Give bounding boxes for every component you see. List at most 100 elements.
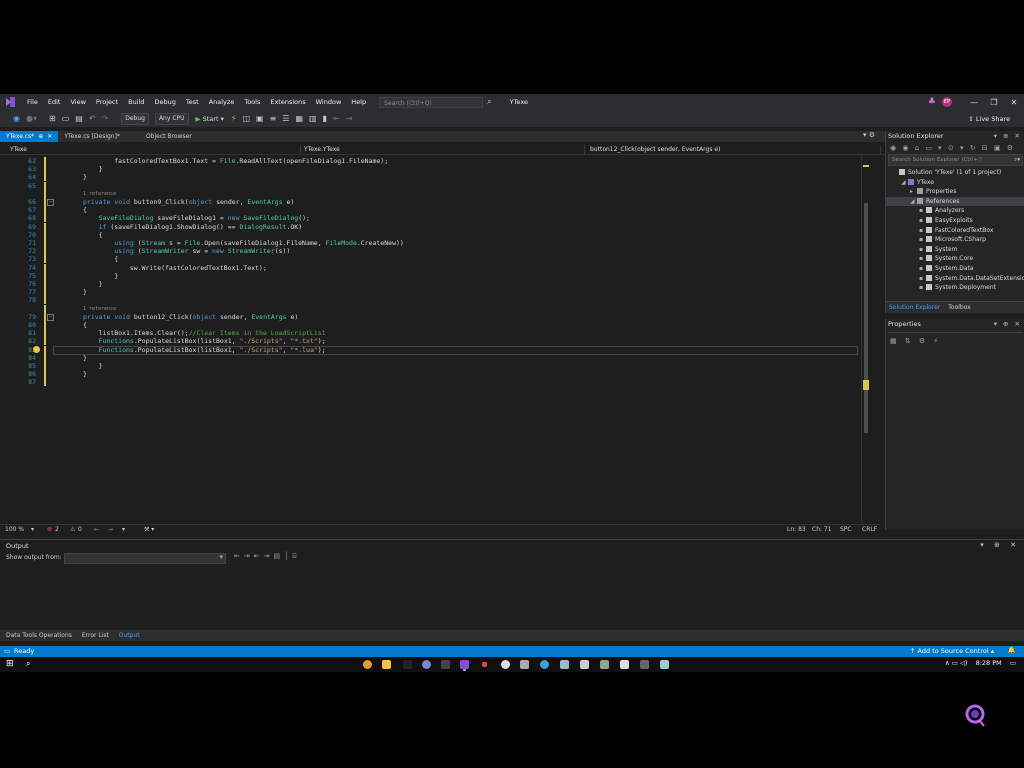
- code-line[interactable]: 80 {: [0, 321, 860, 329]
- taskbar-app-icon[interactable]: [441, 660, 450, 669]
- expand-arrow-icon[interactable]: ▸: [910, 187, 917, 197]
- project-dropdown[interactable]: YTexe: [6, 144, 301, 154]
- class-dropdown[interactable]: YTexe.YTexe: [300, 144, 585, 154]
- tree-node[interactable]: ▸ Properties: [886, 187, 1024, 197]
- code-line[interactable]: 84}: [0, 353, 860, 362]
- tab-ytexe-cs[interactable]: YTexe.cs* ⊕ ✕: [0, 131, 59, 142]
- taskbar-explorer-icon[interactable]: [382, 660, 391, 669]
- code-line[interactable]: 66 private void button9_Click(object send…: [0, 198, 860, 206]
- notifications-icon[interactable]: ▭: [1010, 659, 1016, 667]
- code-line[interactable]: 77}: [0, 288, 860, 297]
- brush-icon[interactable]: ⚒ ▾: [144, 526, 154, 533]
- code-line[interactable]: 85}: [0, 362, 860, 370]
- bookmark-next-icon[interactable]: ⇥: [343, 114, 356, 123]
- panel-controls[interactable]: ▾ ⊕ ✕: [994, 131, 1022, 142]
- prev-issue-icon[interactable]: ←: [94, 526, 99, 533]
- tree-node[interactable]: ▪ System: [886, 245, 1024, 255]
- code-line[interactable]: 75}: [0, 271, 860, 280]
- tree-node[interactable]: ▪ System.Data: [886, 264, 1024, 274]
- add-to-source-control-button[interactable]: ↑ Add to Source Control ▴: [910, 647, 994, 655]
- error-count[interactable]: 2: [55, 526, 59, 533]
- taskbar-chrome-icon[interactable]: [363, 660, 372, 669]
- tab-data-tools-operations[interactable]: Data Tools Operations: [2, 630, 76, 641]
- tab-toolbox[interactable]: Toolbox: [945, 302, 974, 313]
- error-icon[interactable]: ⊗: [47, 526, 52, 533]
- notification-bell-icon[interactable]: 🔔: [1008, 646, 1016, 654]
- align-right-icon[interactable]: ☰: [279, 114, 292, 123]
- maximize-icon[interactable]: ❐: [984, 98, 1004, 107]
- taskbar-app-icon[interactable]: [501, 660, 510, 669]
- menu-edit[interactable]: Edit: [43, 98, 66, 106]
- code-line[interactable]: 67 {: [0, 206, 860, 215]
- close-icon[interactable]: ✕: [47, 133, 52, 140]
- open-icon[interactable]: ▭: [59, 114, 73, 123]
- output-toolbar-icons[interactable]: ⇤⇥⇤⇥▤│⌸: [234, 552, 301, 561]
- code-line[interactable]: 83Functions.PopulateListBox(listBox1, ".…: [0, 345, 860, 355]
- tree-node[interactable]: Solution 'YTexe' (1 of 1 project): [886, 168, 1024, 178]
- code-line[interactable]: 71 using (Stream s = File.Open(saveFileDi…: [0, 239, 860, 247]
- volume-icon[interactable]: ◁): [960, 659, 968, 667]
- taskbar-search-icon[interactable]: ⌕: [26, 659, 30, 669]
- tab-overflow-icon[interactable]: ▾ ⚙: [863, 131, 875, 139]
- tab-solution-explorer[interactable]: Solution Explorer: [886, 302, 943, 313]
- warning-icon[interactable]: ⚠: [70, 526, 75, 533]
- menu-test[interactable]: Test: [181, 98, 204, 106]
- cleanup-icon[interactable]: ▾: [122, 526, 125, 533]
- tree-node[interactable]: ▪ EasyExploits: [886, 216, 1024, 226]
- menu-tools[interactable]: Tools: [239, 98, 265, 106]
- code-line[interactable]: 62 fastColoredTextBox1.Text = File.ReadAl…: [0, 157, 860, 165]
- collapse-region-icon[interactable]: −: [47, 199, 54, 206]
- bullet-icon[interactable]: ▪: [919, 216, 926, 226]
- uncomment-icon[interactable]: ▥: [306, 114, 320, 123]
- code-line[interactable]: 69 if (saveFileDialog1.ShowDialog() == Di…: [0, 222, 860, 231]
- code-line[interactable]: 82 Functions.PopulateListBox(listBox1, ".…: [0, 337, 860, 346]
- taskbar-app-icon[interactable]: [520, 660, 529, 669]
- solution-search-input[interactable]: Search Solution Explorer (Ctrl+;) ⌕▾: [888, 154, 1023, 166]
- collapse-region-icon[interactable]: −: [47, 313, 54, 321]
- tree-node[interactable]: ◢ YTexe: [886, 178, 1024, 188]
- save-all-icon[interactable]: ▤: [72, 114, 86, 123]
- panel-controls[interactable]: ▾ ⊕ ✕: [994, 319, 1022, 330]
- code-line[interactable]: 1 reference: [0, 189, 860, 198]
- configuration-dropdown[interactable]: Debug: [121, 112, 149, 125]
- tab-ytexe-design[interactable]: YTexe.cs [Design]*: [58, 131, 126, 142]
- expand-arrow-icon[interactable]: ◢: [901, 178, 908, 188]
- taskbar-app-icon[interactable]: [560, 660, 569, 669]
- navigate-back-icon[interactable]: ◉: [10, 114, 23, 123]
- menu-extensions[interactable]: Extensions: [265, 98, 310, 106]
- taskbar-app-icon[interactable]: [660, 660, 669, 669]
- taskbar-visual-studio-icon[interactable]: [460, 660, 469, 669]
- code-line[interactable]: 74 sw.Write(fastColoredTextBox1.Text);: [0, 263, 860, 272]
- menu-help[interactable]: Help: [346, 98, 371, 106]
- zoom-level[interactable]: 100 %: [5, 526, 24, 533]
- tab-output[interactable]: Output: [115, 630, 144, 641]
- minimize-icon[interactable]: —: [964, 98, 984, 107]
- bullet-icon[interactable]: ▪: [919, 245, 926, 255]
- code-line[interactable]: 79 private void button12_Click(object sen…: [0, 312, 860, 321]
- taskbar-app-icon[interactable]: [482, 662, 487, 667]
- taskbar-app-icon[interactable]: [640, 660, 649, 669]
- search-icon[interactable]: ⌕▾: [1014, 155, 1020, 165]
- warning-count[interactable]: 0: [78, 526, 82, 533]
- code-line[interactable]: 1 reference: [0, 304, 860, 313]
- network-icon[interactable]: ▭: [952, 659, 958, 667]
- tree-node[interactable]: ▪ FastColoredTextBox: [886, 226, 1024, 236]
- quick-actions-lightbulb-icon[interactable]: [33, 345, 40, 353]
- menu-analyze[interactable]: Analyze: [204, 98, 240, 106]
- reference-codelens[interactable]: 1 reference: [83, 190, 116, 198]
- code-line[interactable]: 73 {: [0, 255, 860, 264]
- screenshot-icon[interactable]: ▣: [253, 114, 267, 123]
- taskbar-discord-icon[interactable]: [422, 660, 431, 669]
- start-button[interactable]: ▶ Start ▾: [192, 115, 228, 123]
- taskbar-edge-icon[interactable]: [540, 660, 549, 669]
- next-issue-icon[interactable]: →: [108, 526, 113, 533]
- tree-node[interactable]: ▪ Microsoft.CSharp: [886, 235, 1024, 245]
- properties-toolbar[interactable]: ▦ ⇅ ⚙ ⚡: [886, 335, 1024, 347]
- search-input[interactable]: Search (Ctrl+Q): [379, 96, 484, 108]
- editor-scrollbar[interactable]: [861, 155, 870, 523]
- menu-debug[interactable]: Debug: [150, 98, 181, 106]
- live-share-button[interactable]: ⇪ Live Share: [968, 115, 1010, 123]
- pin-icon[interactable]: ⊕: [38, 133, 43, 140]
- code-line[interactable]: 65: [0, 181, 860, 190]
- menu-window[interactable]: Window: [311, 98, 347, 106]
